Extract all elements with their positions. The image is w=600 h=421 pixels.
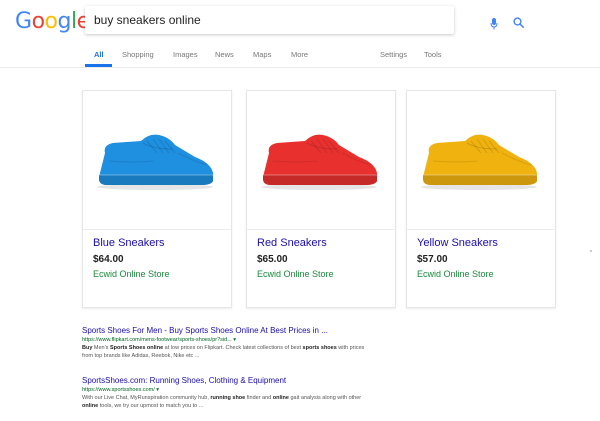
tab-more[interactable]: More bbox=[291, 50, 308, 59]
product-price: $57.00 bbox=[417, 254, 448, 265]
logo-letter: o bbox=[31, 9, 45, 34]
tab-news[interactable]: News bbox=[215, 50, 234, 59]
product-store: Ecwid Online Store bbox=[257, 269, 334, 279]
search-box[interactable] bbox=[85, 6, 524, 34]
tab-maps[interactable]: Maps bbox=[253, 50, 271, 59]
product-image[interactable] bbox=[407, 91, 555, 229]
scroll-indicator bbox=[590, 250, 592, 252]
search-result: SportsShoes.com: Running Shoes, Clothing… bbox=[82, 376, 382, 410]
product-store: Ecwid Online Store bbox=[93, 269, 170, 279]
result-snippet: With our Live Chat, MyRunspiration commu… bbox=[82, 395, 362, 409]
sneaker-illustration bbox=[261, 134, 377, 190]
search-input[interactable] bbox=[94, 11, 394, 29]
product-card[interactable]: Yellow Sneakers $57.00 Ecwid Online Stor… bbox=[406, 90, 556, 308]
search-result: Sports Shoes For Men - Buy Sports Shoes … bbox=[82, 326, 382, 360]
logo-letter: G bbox=[15, 9, 32, 34]
product-title[interactable]: Yellow Sneakers bbox=[417, 237, 498, 249]
card-divider bbox=[83, 229, 231, 230]
tab-settings[interactable]: Settings bbox=[380, 50, 407, 59]
product-image[interactable] bbox=[247, 91, 395, 229]
card-divider bbox=[407, 229, 555, 230]
card-divider bbox=[247, 229, 395, 230]
header: Google All Shopping Images News Maps Mor… bbox=[0, 0, 600, 68]
sneaker-illustration bbox=[421, 134, 537, 190]
tab-images[interactable]: Images bbox=[173, 50, 198, 59]
product-title[interactable]: Red Sneakers bbox=[257, 237, 327, 249]
search-icon[interactable] bbox=[513, 17, 524, 28]
tab-tools[interactable]: Tools bbox=[424, 50, 442, 59]
product-card[interactable]: Blue Sneakers $64.00 Ecwid Online Store bbox=[82, 90, 232, 308]
tab-shopping[interactable]: Shopping bbox=[122, 50, 154, 59]
result-url[interactable]: https://www.flipkart.com/mens-footwear/s… bbox=[82, 337, 382, 343]
active-tab-indicator bbox=[85, 64, 112, 67]
tab-all[interactable]: All bbox=[94, 50, 104, 59]
product-store: Ecwid Online Store bbox=[417, 269, 494, 279]
result-title-link[interactable]: SportsShoes.com: Running Shoes, Clothing… bbox=[82, 376, 382, 385]
product-price: $65.00 bbox=[257, 254, 288, 265]
logo-letter: o bbox=[44, 9, 58, 34]
google-logo[interactable]: Google bbox=[15, 9, 90, 34]
result-title-link[interactable]: Sports Shoes For Men - Buy Sports Shoes … bbox=[82, 326, 382, 335]
result-snippet: Buy Men's Sports Shoes online at low pri… bbox=[82, 345, 365, 359]
product-price: $64.00 bbox=[93, 254, 124, 265]
logo-letter: g bbox=[57, 9, 72, 34]
sneaker-illustration bbox=[97, 134, 213, 190]
search-tabs: All Shopping Images News Maps More Setti… bbox=[85, 48, 600, 68]
result-url[interactable]: https://www.sportsshoes.com/ ▾ bbox=[82, 387, 382, 393]
product-title[interactable]: Blue Sneakers bbox=[93, 237, 165, 249]
microphone-icon[interactable] bbox=[490, 18, 498, 30]
product-card[interactable]: Red Sneakers $65.00 Ecwid Online Store bbox=[246, 90, 396, 308]
product-image[interactable] bbox=[83, 91, 231, 229]
